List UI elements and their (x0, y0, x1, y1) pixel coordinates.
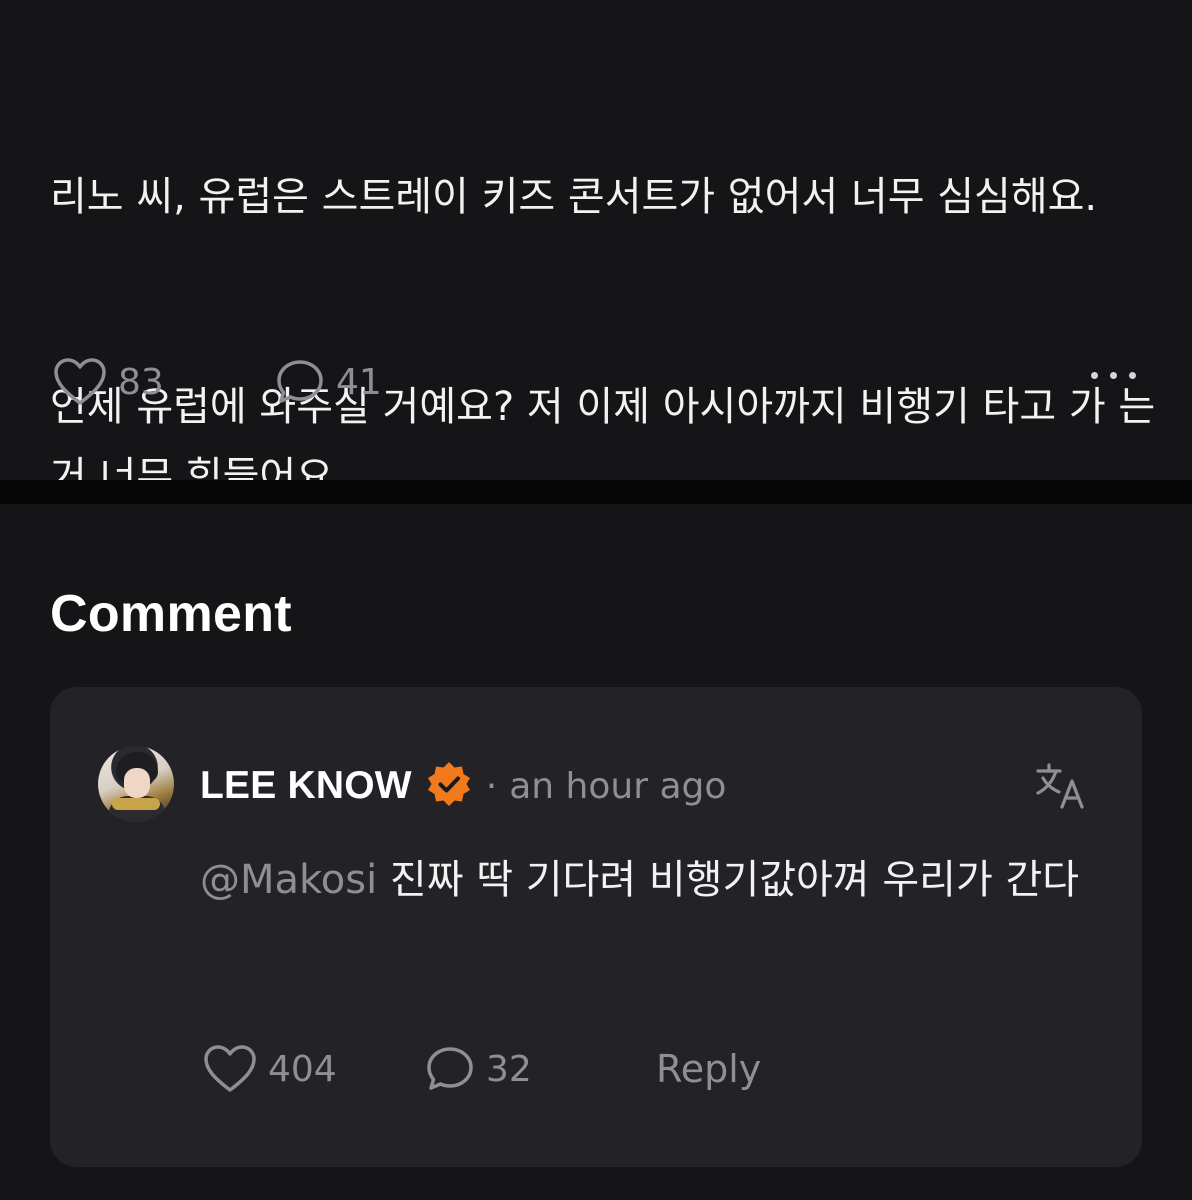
post: 리노 씨, 유럽은 스트레이 키즈 콘서트가 없어서 너무 심심해요. 언제 유… (0, 0, 1192, 500)
comment-author[interactable]: LEE KNOW (200, 764, 412, 808)
verified-badge-icon (424, 759, 474, 813)
post-paragraph: 리노 씨, 유럽은 스트레이 키즈 콘서트가 없어서 너무 심심해요. (50, 174, 1098, 220)
comment-mention[interactable]: @Makosi (200, 857, 377, 903)
comments-title: Comment (50, 585, 292, 643)
comments-section: Comment LEE KNOW · an hour ago @Makosi 진… (0, 504, 1192, 1200)
speech-bubble-icon (274, 356, 326, 408)
comment-card: LEE KNOW · an hour ago @Makosi 진짜 딱 기다려 … (50, 687, 1142, 1167)
reply-button[interactable]: Reply (656, 1047, 761, 1091)
section-divider (0, 480, 1192, 504)
heart-icon (202, 1043, 258, 1095)
post-like-button[interactable]: 83 (52, 356, 274, 408)
speech-bubble-icon (424, 1043, 476, 1095)
comment-replies-button[interactable]: 32 (424, 1043, 656, 1095)
comment-meta: LEE KNOW · an hour ago (200, 761, 726, 811)
translate-icon[interactable] (1034, 761, 1088, 817)
post-comment-count: 41 (336, 361, 382, 403)
comment-text: @Makosi 진짜 딱 기다려 비행기값아껴 우리가 간다 (200, 845, 1100, 915)
comment-like-count: 404 (268, 1048, 337, 1090)
comment-actions: 404 32 Reply (202, 1041, 761, 1097)
post-actions: 83 41 (52, 354, 1142, 410)
comment-like-button[interactable]: 404 (202, 1043, 424, 1095)
more-dots-icon[interactable] (1085, 366, 1142, 385)
avatar[interactable] (98, 746, 174, 822)
post-like-count: 83 (118, 361, 164, 403)
comment-separator: · (485, 765, 498, 807)
comment-reply-count: 32 (486, 1048, 532, 1090)
comment-timestamp: an hour ago (509, 765, 727, 807)
heart-icon (52, 356, 108, 408)
comment-body: 진짜 딱 기다려 비행기값아껴 우리가 간다 (377, 857, 1080, 903)
post-comment-button[interactable]: 41 (274, 356, 382, 408)
